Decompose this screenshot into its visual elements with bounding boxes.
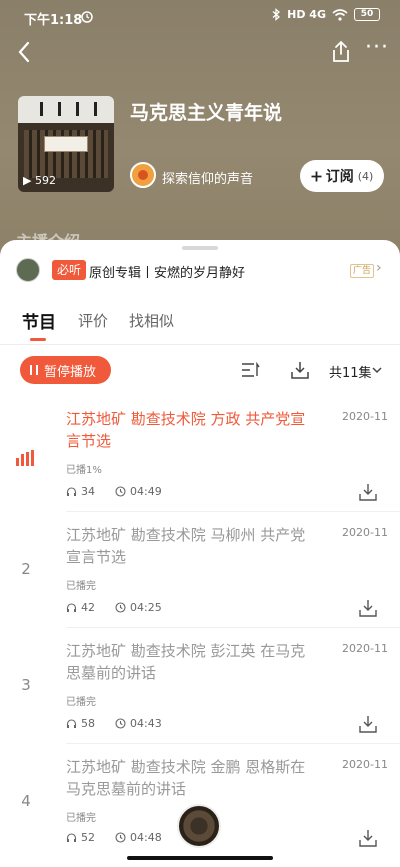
share-icon[interactable] [330, 40, 352, 64]
subscribe-count: (4) [357, 169, 374, 183]
promo-tag: 必听 [52, 260, 87, 280]
home-indicator[interactable] [127, 856, 273, 860]
program-sheet: 必听 原创专辑丨安燃的岁月静好 广告 › 节目 评价 找相似 暂停播放 共11集 [0, 240, 400, 867]
author-avatar[interactable] [130, 162, 156, 188]
episode-duration: 04:25 [130, 601, 162, 614]
episode-date: 2020-11 [342, 526, 388, 539]
cover-lamp [76, 102, 79, 116]
alarm-icon [81, 11, 93, 23]
chevron-down-icon[interactable] [371, 364, 383, 376]
episode-title[interactable]: 江苏地矿 勘查技术院 方政 共产党宣言节选 [66, 408, 320, 452]
episode-duration: 04:49 [130, 485, 162, 498]
episode-duration: 04:48 [130, 831, 162, 844]
tab-active-indicator [30, 338, 46, 341]
back-arrow-icon[interactable] [14, 38, 36, 66]
episode-status: 已播完 [66, 813, 96, 824]
episode-plays: 58 [81, 717, 95, 730]
cover-lamp [58, 102, 61, 116]
promo-banner[interactable]: 必听 原创专辑丨安燃的岁月静好 广告 › [0, 258, 400, 284]
album-title: 马克思主义青年说 [130, 102, 283, 124]
cover-lamp [40, 102, 43, 116]
download-icon[interactable] [290, 360, 310, 380]
episode-plays: 52 [81, 831, 95, 844]
cover-play-count: ▶ 592 [23, 174, 56, 187]
playing-bars-icon [16, 450, 36, 466]
plus-icon [311, 171, 322, 181]
row-divider [66, 511, 400, 512]
episode-date: 2020-11 [342, 642, 388, 655]
cover-play-count-value: 592 [34, 174, 56, 187]
pause-label: 暂停播放 [44, 364, 97, 380]
episode-title[interactable]: 江苏地矿 勘查技术院 彭江英 在马克思墓前的讲话 [66, 640, 320, 684]
episode-row[interactable]: 江苏地矿 勘查技术院 方政 共产党宣言节选 2020-11 已播1% 34 04… [0, 408, 400, 520]
episode-count[interactable]: 共11集 [329, 362, 372, 381]
pause-button[interactable]: 暂停播放 [20, 356, 111, 384]
status-indicators: HD 4G 50 [272, 8, 380, 21]
episode-row[interactable]: 3 江苏地矿 勘查技术院 彭江英 在马克思墓前的讲话 2020-11 已播完 5… [0, 640, 400, 752]
clock-icon [115, 718, 126, 729]
ad-badge: 广告 [350, 264, 375, 278]
cover-plaque [44, 136, 88, 152]
episode-title[interactable]: 江苏地矿 勘查技术院 金鹏 恩格斯在马克思墓前的讲话 [66, 756, 320, 800]
episode-status: 已播1% [66, 465, 102, 476]
tab-programs[interactable]: 节目 [22, 308, 56, 333]
episode-plays: 34 [81, 485, 95, 498]
list-controls: 暂停播放 共11集 [0, 356, 400, 386]
wifi-icon [332, 8, 348, 21]
chevron-right-icon: › [376, 260, 382, 276]
tab-similar[interactable]: 找相似 [129, 310, 174, 331]
episode-plays: 42 [81, 601, 95, 614]
headphones-icon [66, 833, 77, 842]
status-bar: 下午1:18 HD 4G 50 [0, 0, 400, 34]
episode-status: 已播完 [66, 697, 96, 708]
episode-index: 3 [21, 676, 31, 694]
sort-icon[interactable] [240, 360, 260, 380]
clock-icon [115, 602, 126, 613]
episode-meta: 34 04:49 [66, 485, 162, 498]
bluetooth-icon [272, 8, 281, 21]
episode-title[interactable]: 江苏地矿 勘查技术院 马柳州 共产党宣言节选 [66, 524, 320, 568]
clock-icon [115, 486, 126, 497]
status-time: 下午1:18 [24, 13, 83, 28]
tab-bar: 节目 评价 找相似 [0, 308, 400, 348]
promo-text: 原创专辑丨安燃的岁月静好 [89, 266, 246, 281]
headphones-icon [66, 487, 77, 496]
clock-icon [115, 832, 126, 843]
episode-row[interactable]: 2 江苏地矿 勘查技术院 马柳州 共产党宣言节选 2020-11 已播完 42 … [0, 524, 400, 636]
row-divider [66, 627, 400, 628]
headphones-icon [66, 603, 77, 612]
more-icon[interactable]: ··· [364, 37, 390, 64]
download-icon[interactable] [358, 482, 378, 502]
battery-icon: 50 [354, 8, 380, 21]
episode-meta: 42 04:25 [66, 601, 162, 614]
cover-lamp [94, 102, 97, 116]
episode-duration: 04:43 [130, 717, 162, 730]
subscribe-button[interactable]: 订阅 (4) [300, 160, 384, 192]
headphones-icon [66, 719, 77, 728]
subscribe-label: 订阅 [325, 169, 354, 185]
download-icon[interactable] [358, 828, 378, 848]
sheet-drag-handle[interactable] [182, 246, 218, 250]
episode-date: 2020-11 [342, 758, 388, 771]
album-cover[interactable]: ▶ 592 [18, 96, 114, 192]
download-icon[interactable] [358, 598, 378, 618]
episode-index: 4 [21, 792, 31, 810]
network-label: HD 4G [287, 8, 326, 21]
floating-player[interactable] [177, 804, 221, 848]
episode-status: 已播完 [66, 581, 96, 592]
tab-reviews[interactable]: 评价 [78, 310, 108, 331]
promo-avatar [16, 258, 40, 282]
pause-icon [30, 365, 38, 375]
download-icon[interactable] [358, 714, 378, 734]
episode-date: 2020-11 [342, 410, 388, 423]
tab-divider [0, 344, 400, 345]
episode-index: 2 [21, 560, 31, 578]
episode-meta: 52 04:48 [66, 831, 162, 844]
episode-meta: 58 04:43 [66, 717, 162, 730]
row-divider [66, 743, 400, 744]
author-name[interactable]: 探索信仰的声音 [162, 168, 253, 187]
